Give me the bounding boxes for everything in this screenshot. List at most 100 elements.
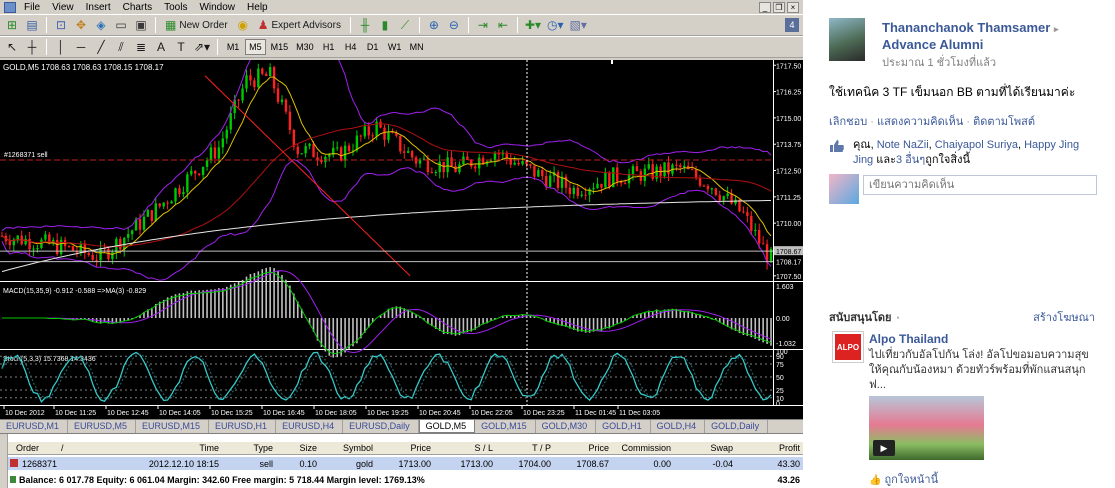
- menu-help[interactable]: Help: [241, 2, 274, 13]
- close-icon[interactable]: ×: [787, 1, 799, 13]
- profiles-icon[interactable]: ▤: [23, 16, 41, 34]
- chart-shift-icon[interactable]: ⇤: [494, 16, 512, 34]
- fibonacci-icon[interactable]: ≣: [132, 38, 150, 56]
- data-window-icon[interactable]: ✥: [72, 16, 90, 34]
- menu-charts[interactable]: Charts: [117, 2, 158, 13]
- create-ad-link[interactable]: สร้างโฆษณา: [1033, 308, 1095, 326]
- post-time[interactable]: ประมาณ 1 ชั่วโมงที่แล้ว: [882, 53, 996, 71]
- bar-chart-icon[interactable]: ╫: [356, 16, 374, 34]
- menu-tools[interactable]: Tools: [158, 2, 193, 13]
- navigator-icon[interactable]: ◈: [92, 16, 110, 34]
- chart-tab[interactable]: GOLD,H1: [596, 420, 651, 433]
- new-chart-icon[interactable]: ⊞: [3, 16, 21, 34]
- follow-post-link[interactable]: ติดตามโพสต์: [973, 116, 1035, 128]
- minimize-icon[interactable]: _: [759, 1, 771, 13]
- menu-window[interactable]: Window: [193, 2, 241, 13]
- expert-advisors-button[interactable]: ♟ Expert Advisors: [254, 16, 345, 34]
- play-icon[interactable]: ▶: [873, 440, 895, 456]
- metaeditor-icon[interactable]: ◉: [234, 16, 252, 34]
- col-type[interactable]: Type: [222, 443, 276, 453]
- strategy-tester-icon[interactable]: ▣: [132, 16, 150, 34]
- arrows-icon[interactable]: ⇗▾: [192, 38, 212, 56]
- ad-title[interactable]: Alpo Thailand: [869, 332, 948, 346]
- likes-others-link[interactable]: 3 อื่นๆ: [896, 154, 925, 166]
- author-name[interactable]: Thananchanok Thamsamer: [882, 20, 1050, 35]
- autoscroll-icon[interactable]: ⇥: [474, 16, 492, 34]
- new-order-button[interactable]: ▦ New Order: [161, 16, 232, 34]
- col-order[interactable]: Order: [8, 443, 58, 453]
- timeframe-m1[interactable]: M1: [223, 39, 243, 55]
- terminal-sidebar[interactable]: [0, 434, 8, 488]
- chart-tab-active[interactable]: GOLD,M5: [418, 420, 476, 433]
- app-icon[interactable]: [4, 1, 16, 13]
- indicators-icon[interactable]: ✚▾: [523, 16, 543, 34]
- menu-insert[interactable]: Insert: [80, 2, 117, 13]
- sponsored-info-icon[interactable]: ◔: [895, 313, 900, 323]
- comment-input[interactable]: [863, 175, 1097, 195]
- price-tick-label: 1708.17: [776, 260, 801, 267]
- label-icon[interactable]: T: [172, 38, 190, 56]
- cursor-icon[interactable]: ↖: [3, 38, 21, 56]
- channel-icon[interactable]: ⫽: [112, 38, 130, 56]
- vertical-line-icon[interactable]: │: [52, 38, 70, 56]
- liker-link[interactable]: Chaiyapol Suriya: [935, 139, 1018, 151]
- chart-window[interactable]: #1268371 sell GOLD,M5 1708.63 1708.63 170…: [0, 60, 803, 419]
- chart-tab[interactable]: GOLD,Daily: [705, 420, 769, 433]
- candlestick-icon[interactable]: ▮: [376, 16, 394, 34]
- col-sl[interactable]: S / L: [434, 443, 496, 453]
- timeframe-mn[interactable]: MN: [407, 39, 427, 55]
- restore-icon[interactable]: ❐: [773, 1, 785, 13]
- chart-tab[interactable]: GOLD,M15: [475, 420, 536, 433]
- order-row[interactable]: 1268371 2012.12.10 18:15 sell 0.10 gold …: [8, 457, 803, 470]
- timeframe-h4[interactable]: H4: [341, 39, 361, 55]
- ad-like-link[interactable]: 👍 ถูกใจหน้านี้: [869, 470, 938, 488]
- chart-tab[interactable]: GOLD,M30: [536, 420, 597, 433]
- chart-tab[interactable]: EURUSD,H4: [276, 420, 344, 433]
- ad-logo[interactable]: ALPO: [832, 331, 864, 363]
- timeframe-m15[interactable]: M15: [268, 39, 292, 55]
- col-symbol[interactable]: Symbol: [320, 443, 376, 453]
- timeframe-m30[interactable]: M30: [293, 39, 317, 55]
- zoom-out-icon[interactable]: ⊖: [445, 16, 463, 34]
- liker-link[interactable]: Note NaZii: [877, 139, 929, 151]
- col-current-price[interactable]: Price: [554, 443, 612, 453]
- zoom-in-icon[interactable]: ⊕: [425, 16, 443, 34]
- trendline-icon[interactable]: ╱: [92, 38, 110, 56]
- col-time[interactable]: Time: [72, 443, 222, 453]
- col-sort[interactable]: /: [58, 443, 72, 453]
- author-network[interactable]: Advance Alumni: [882, 37, 983, 52]
- col-swap[interactable]: Swap: [674, 443, 736, 453]
- author-avatar[interactable]: [829, 18, 865, 61]
- ad-video-thumbnail[interactable]: ▶: [869, 396, 984, 460]
- chart-tab[interactable]: EURUSD,M15: [136, 420, 210, 433]
- timeframe-h1[interactable]: H1: [319, 39, 339, 55]
- chart-tab[interactable]: EURUSD,Daily: [343, 420, 419, 433]
- timeframe-w1[interactable]: W1: [385, 39, 405, 55]
- terminal-icon[interactable]: ▭: [112, 16, 130, 34]
- text-icon[interactable]: A: [152, 38, 170, 56]
- templates-icon[interactable]: ▧▾: [568, 16, 589, 34]
- crosshair-icon[interactable]: ┼: [23, 38, 41, 56]
- horizontal-line-icon[interactable]: ─: [72, 38, 90, 56]
- col-commission[interactable]: Commission: [612, 443, 674, 453]
- price-chart[interactable]: #1268371 sell GOLD,M5 1708.63 1708.63 170…: [0, 60, 803, 419]
- ad-text[interactable]: ไปเที่ยวกับอัลโปกัน โล่ง! อัลโปขอมอบความ…: [869, 348, 1095, 393]
- menu-view[interactable]: View: [46, 2, 80, 13]
- unlike-link[interactable]: เลิกชอบ: [829, 116, 867, 128]
- periods-icon[interactable]: ◷▾: [545, 16, 566, 34]
- menu-file[interactable]: File: [18, 2, 46, 13]
- chart-tab[interactable]: GOLD,H4: [651, 420, 706, 433]
- col-price[interactable]: Price: [376, 443, 434, 453]
- col-size[interactable]: Size: [276, 443, 320, 453]
- timeframe-m5[interactable]: M5: [245, 39, 266, 55]
- chart-tab[interactable]: EURUSD,H1: [209, 420, 277, 433]
- col-tp[interactable]: T / P: [496, 443, 554, 453]
- line-chart-icon[interactable]: ⟋: [396, 16, 414, 34]
- chart-tab[interactable]: EURUSD,M1: [0, 420, 69, 433]
- candle-body: [596, 183, 599, 189]
- market-watch-icon[interactable]: ⊡: [52, 16, 70, 34]
- comment-link[interactable]: แสดงความคิดเห็น: [877, 116, 963, 128]
- col-profit[interactable]: Profit: [736, 443, 803, 453]
- chart-tab[interactable]: EURUSD,M5: [68, 420, 137, 433]
- timeframe-d1[interactable]: D1: [363, 39, 383, 55]
